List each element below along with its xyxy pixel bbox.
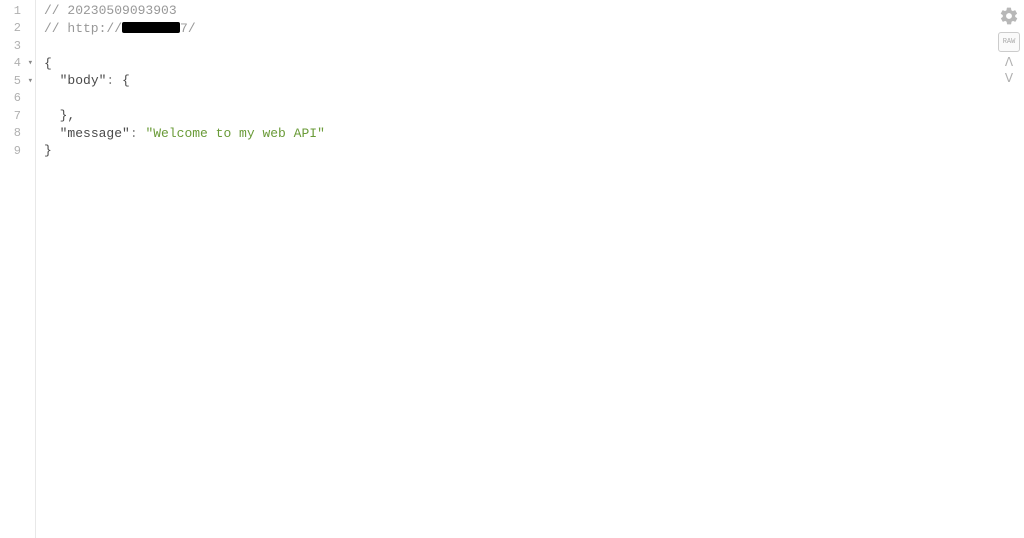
redacted-text bbox=[122, 22, 180, 33]
line-number: 8 bbox=[14, 126, 31, 140]
gutter-line: 7 bbox=[0, 107, 35, 125]
code-line: // http:// 7/ bbox=[44, 20, 1024, 38]
gutter-line: 2 bbox=[0, 20, 35, 38]
line-number: 3 bbox=[14, 39, 31, 53]
gutter-line: 1 bbox=[0, 2, 35, 20]
code-line: } bbox=[44, 142, 1024, 160]
line-number: 1 bbox=[14, 4, 31, 18]
json-brace: { bbox=[122, 73, 130, 88]
viewer-toolbar: RAW ᐱ ᐯ bbox=[998, 6, 1020, 84]
line-number: 9 bbox=[14, 144, 31, 158]
gutter-line: 8 bbox=[0, 125, 35, 143]
gear-icon[interactable] bbox=[999, 6, 1019, 26]
json-brace: { bbox=[44, 56, 52, 71]
chevron-up-icon[interactable]: ᐱ bbox=[1005, 58, 1013, 68]
json-string: "Welcome to my web API" bbox=[145, 126, 324, 141]
code-line: "body": { bbox=[44, 72, 1024, 90]
raw-button[interactable]: RAW bbox=[998, 32, 1020, 52]
line-number-gutter: 1 2 3 4▾ 5▾ 6 7 8 9 bbox=[0, 0, 36, 538]
line-number: 6 bbox=[14, 91, 31, 105]
json-brace: } bbox=[44, 143, 52, 158]
fold-toggle-icon[interactable]: ▾ bbox=[28, 58, 33, 68]
fold-toggle-icon[interactable]: ▾ bbox=[28, 76, 33, 86]
gutter-line: 4▾ bbox=[0, 55, 35, 73]
gutter-line: 5▾ bbox=[0, 72, 35, 90]
json-key: "body" bbox=[60, 73, 107, 88]
gutter-line: 9 bbox=[0, 142, 35, 160]
gutter-line: 6 bbox=[0, 90, 35, 108]
line-number: 2 bbox=[14, 21, 31, 35]
code-line bbox=[44, 37, 1024, 55]
code-line: }, bbox=[44, 107, 1024, 125]
comment-text: 7/ bbox=[180, 21, 196, 36]
chevron-down-icon[interactable]: ᐯ bbox=[1005, 74, 1013, 84]
code-line: { bbox=[44, 55, 1024, 73]
code-line: // 20230509093903 bbox=[44, 2, 1024, 20]
comment-text: // http:// bbox=[44, 21, 122, 36]
line-number: 7 bbox=[14, 109, 31, 123]
code-content[interactable]: // 20230509093903 // http:// 7/ { "body":… bbox=[36, 0, 1024, 538]
json-viewer: 1 2 3 4▾ 5▾ 6 7 8 9 // 20230509093903 //… bbox=[0, 0, 1024, 538]
comment-text: // 20230509093903 bbox=[44, 3, 177, 18]
json-key: "message" bbox=[60, 126, 130, 141]
gutter-line: 3 bbox=[0, 37, 35, 55]
json-brace: }, bbox=[60, 108, 76, 123]
code-line: "message": "Welcome to my web API" bbox=[44, 125, 1024, 143]
code-line bbox=[44, 90, 1024, 108]
